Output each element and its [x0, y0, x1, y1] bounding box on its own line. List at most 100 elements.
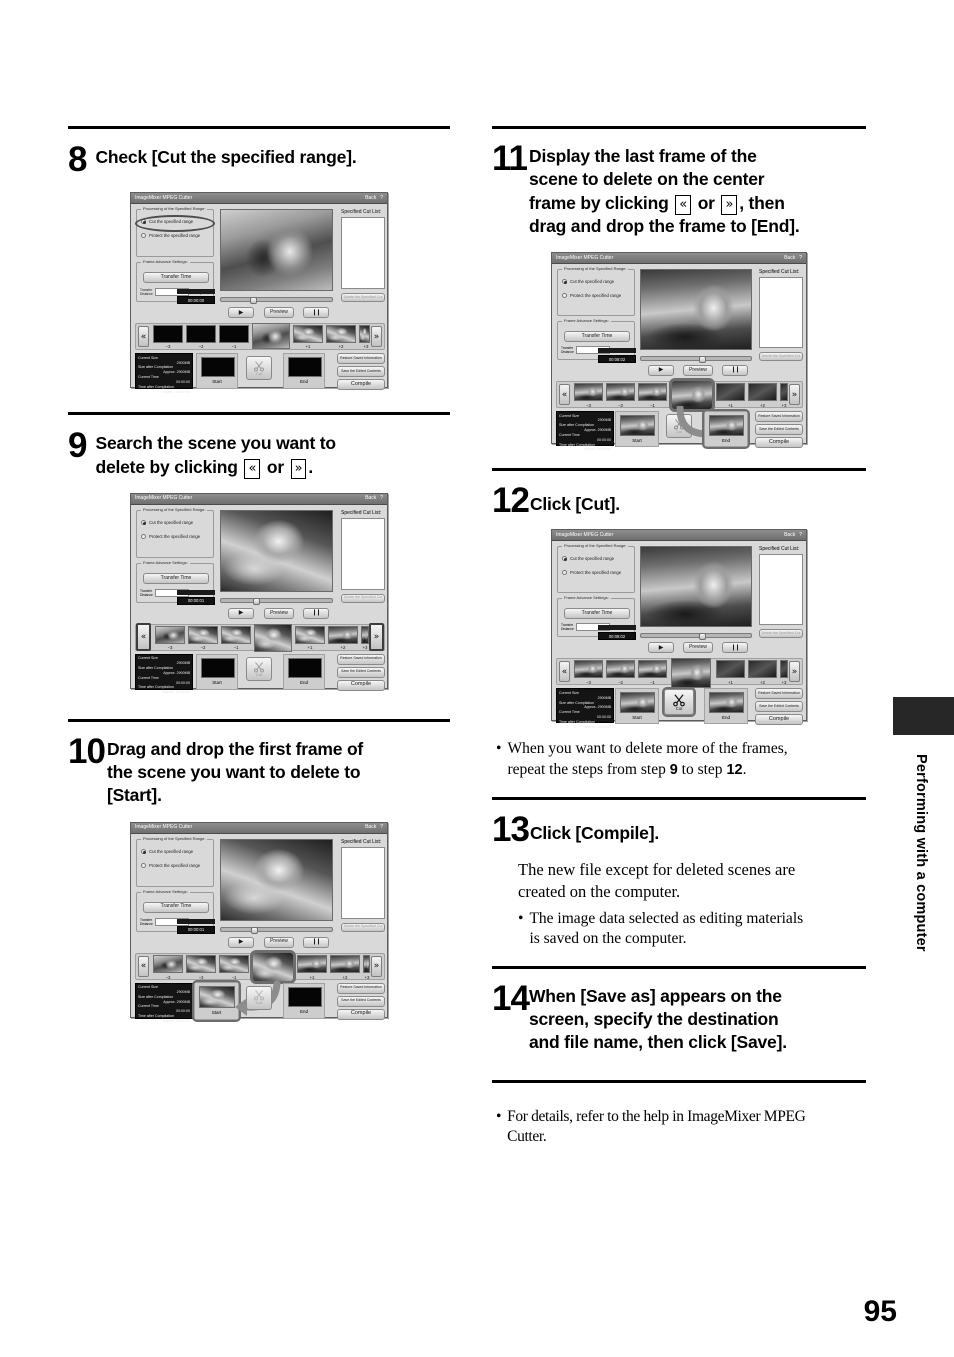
radio-protect-specified-range[interactable]: Protect the specified range: [562, 293, 621, 299]
filmstrip-thumb[interactable]: [330, 954, 360, 973]
filmstrip-thumb[interactable]: [297, 954, 327, 973]
cut-list-box[interactable]: [759, 554, 803, 626]
filmstrip-next-button[interactable]: »: [371, 955, 382, 977]
scrub-bar[interactable]: [640, 356, 752, 364]
play-button[interactable]: ▶: [228, 307, 254, 319]
transfer-time-button[interactable]: Transfer Time: [564, 608, 630, 620]
filmstrip-thumb[interactable]: [638, 383, 667, 402]
preview-button[interactable]: Preview: [264, 607, 294, 619]
end-slot[interactable]: End: [704, 688, 748, 725]
cut-button[interactable]: Cut: [246, 356, 272, 381]
filmstrip-next-button[interactable]: »: [789, 384, 800, 406]
pause-button[interactable]: ❙❙: [722, 365, 748, 377]
pause-button[interactable]: ❙❙: [303, 307, 329, 319]
start-slot[interactable]: Start: [615, 411, 659, 448]
delete-specified-cut-button[interactable]: Delete the Specified Cut: [759, 629, 803, 639]
filmstrip-thumb[interactable]: [326, 325, 356, 344]
radio-cut-specified-range[interactable]: Cut the specified range: [141, 219, 193, 225]
filmstrip-prev-button[interactable]: «: [138, 326, 149, 348]
cut-list-box[interactable]: [759, 277, 803, 349]
end-thumb[interactable]: [288, 657, 322, 678]
start-slot[interactable]: Start: [615, 688, 659, 725]
scrub-knob[interactable]: [250, 297, 257, 305]
filmstrip-thumb[interactable]: [186, 325, 216, 344]
filmstrip-center-thumb[interactable]: [671, 658, 711, 689]
radio-cut-specified-range[interactable]: Cut the specified range: [141, 519, 193, 525]
filmstrip-prev-button[interactable]: «: [138, 955, 149, 977]
end-thumb[interactable]: [709, 692, 744, 714]
filmstrip-thumb[interactable]: [748, 383, 777, 402]
play-button[interactable]: ▶: [228, 607, 254, 619]
cut-list-box[interactable]: [341, 846, 385, 919]
filmstrip-thumb[interactable]: [359, 325, 370, 344]
filmstrip-thumb[interactable]: [780, 383, 788, 402]
filmstrip-thumb[interactable]: [361, 625, 369, 644]
radio-protect-specified-range[interactable]: Protect the specified range: [562, 570, 621, 576]
start-thumb[interactable]: [201, 357, 235, 378]
save-edited-contents-button[interactable]: Save the Edited Contents: [337, 995, 385, 1007]
filmstrip-thumb[interactable]: [155, 625, 185, 644]
save-edited-contents-button[interactable]: Save the Edited Contents: [337, 366, 385, 378]
cut-button[interactable]: Cut: [664, 689, 694, 716]
back-link[interactable]: Back: [365, 493, 376, 504]
end-slot[interactable]: End: [704, 411, 748, 448]
filmstrip-thumb[interactable]: [295, 625, 325, 644]
compile-button[interactable]: Compile: [337, 679, 385, 691]
transfer-time-button[interactable]: Transfer Time: [143, 572, 209, 584]
pause-button[interactable]: ❙❙: [303, 607, 329, 619]
back-link[interactable]: Back: [784, 253, 795, 264]
play-button[interactable]: ▶: [228, 936, 254, 948]
filmstrip-thumb[interactable]: [606, 660, 635, 679]
cut-button[interactable]: Cut: [666, 414, 692, 439]
restore-saved-information-button[interactable]: Restore Saved Information: [755, 411, 803, 423]
start-slot[interactable]: Start: [196, 653, 238, 690]
filmstrip-center-thumb[interactable]: [252, 951, 294, 982]
restore-saved-information-button[interactable]: Restore Saved Information: [337, 982, 385, 994]
filmstrip-thumb[interactable]: [780, 660, 788, 679]
cut-button[interactable]: Cut: [246, 985, 272, 1010]
filmstrip-thumb[interactable]: [188, 625, 218, 644]
end-slot[interactable]: End: [283, 653, 325, 690]
filmstrip-thumb[interactable]: [219, 954, 249, 973]
save-edited-contents-button[interactable]: Save the Edited Contents: [337, 666, 385, 678]
play-button[interactable]: ▶: [648, 642, 674, 654]
filmstrip-center-thumb[interactable]: [254, 623, 292, 652]
filmstrip-thumb[interactable]: [748, 660, 777, 679]
filmstrip-thumb[interactable]: [574, 383, 603, 402]
filmstrip-thumb[interactable]: [293, 325, 323, 344]
start-thumb[interactable]: [201, 657, 235, 678]
pause-button[interactable]: ❙❙: [722, 642, 748, 654]
scrub-knob[interactable]: [253, 597, 260, 605]
filmstrip-thumb[interactable]: [328, 625, 358, 644]
back-link[interactable]: Back: [784, 530, 795, 541]
filmstrip-thumb[interactable]: [219, 325, 249, 344]
scrub-bar[interactable]: [220, 597, 333, 605]
filmstrip-center-thumb[interactable]: [252, 323, 290, 350]
pause-button[interactable]: ❙❙: [303, 936, 329, 948]
filmstrip-prev-button[interactable]: «: [136, 622, 151, 651]
end-slot[interactable]: End: [283, 353, 325, 390]
scrub-knob[interactable]: [251, 926, 258, 934]
radio-protect-specified-range[interactable]: Protect the specified range: [141, 862, 200, 868]
scrub-bar[interactable]: [220, 297, 333, 305]
back-link[interactable]: Back: [365, 822, 376, 833]
filmstrip-prev-button[interactable]: «: [559, 384, 570, 406]
cut-button[interactable]: Cut: [246, 656, 272, 681]
filmstrip-thumb[interactable]: [153, 954, 183, 973]
help-icon[interactable]: ?: [799, 253, 802, 264]
radio-protect-specified-range[interactable]: Protect the specified range: [141, 533, 200, 539]
delete-specified-cut-button[interactable]: Delete the Specified Cut: [341, 922, 385, 932]
scrub-knob[interactable]: [699, 356, 706, 364]
filmstrip-center-thumb[interactable]: [671, 380, 713, 411]
start-slot[interactable]: Start: [194, 981, 239, 1020]
preview-button[interactable]: Preview: [683, 642, 713, 654]
save-edited-contents-button[interactable]: Save the Edited Contents: [755, 424, 803, 436]
filmstrip-thumb[interactable]: [716, 383, 745, 402]
start-thumb[interactable]: [199, 985, 235, 1008]
radio-cut-specified-range[interactable]: Cut the specified range: [562, 556, 614, 562]
delete-specified-cut-button[interactable]: Delete the Specified Cut: [341, 593, 385, 603]
play-button[interactable]: ▶: [648, 365, 674, 377]
filmstrip-prev-button[interactable]: «: [559, 661, 570, 683]
delete-specified-cut-button[interactable]: Delete the Specified Cut: [759, 352, 803, 362]
compile-button[interactable]: Compile: [337, 1008, 385, 1020]
